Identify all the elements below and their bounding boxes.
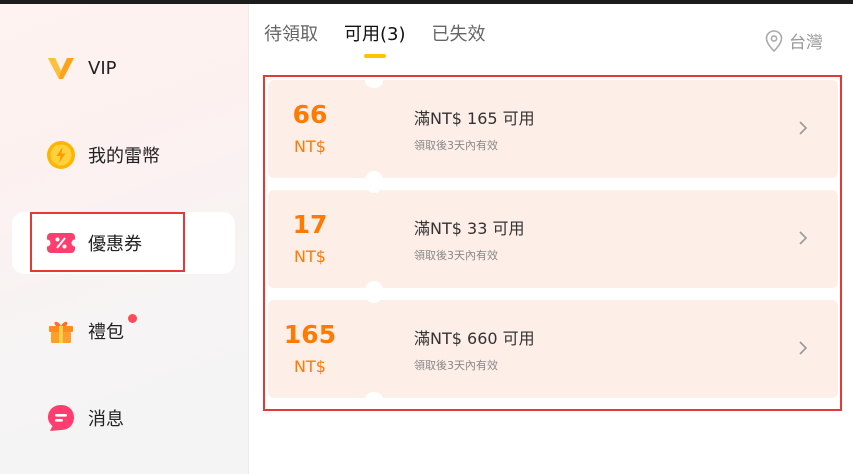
sidebar-item-label: 禮包 bbox=[88, 322, 124, 343]
coupon-amount: 66 NT$ bbox=[268, 102, 352, 156]
coupon-condition: 滿NT$ 33 可用 bbox=[414, 219, 525, 238]
sidebar-item-coupons[interactable]: 優惠券 bbox=[12, 212, 235, 274]
coupon-notch bbox=[365, 281, 383, 303]
coupon-amount: 165 NT$ bbox=[268, 322, 352, 376]
coupon-validity: 領取後3天內有效 bbox=[414, 359, 498, 372]
sidebar-item-vip[interactable]: VIP bbox=[12, 37, 235, 99]
coupon-notch bbox=[365, 74, 383, 88]
region-label: 台灣 bbox=[789, 33, 823, 53]
coin-icon bbox=[46, 140, 76, 170]
coupon-notch bbox=[365, 171, 383, 193]
coupon-card[interactable]: 66 NT$ 滿NT$ 165 可用 領取後3天內有效 bbox=[268, 80, 838, 178]
coupon-tabs: 待領取 可用(3) 已失效 bbox=[264, 20, 486, 52]
coupon-card[interactable]: 165 NT$ 滿NT$ 660 可用 領取後3天內有效 bbox=[268, 300, 838, 398]
message-icon bbox=[46, 403, 76, 433]
coupon-amount-value: 165 bbox=[283, 320, 337, 349]
coupon-condition: 滿NT$ 660 可用 bbox=[414, 329, 535, 348]
coupon-notch bbox=[365, 392, 383, 406]
coupon-currency: NT$ bbox=[294, 357, 326, 376]
coupon-info: 滿NT$ 165 可用 領取後3天內有效 bbox=[414, 105, 535, 153]
coupon-amount-value: 17 bbox=[292, 210, 328, 239]
coupon-list: 66 NT$ 滿NT$ 165 可用 領取後3天內有效 17 NT$ 滿NT$ … bbox=[265, 74, 840, 410]
coupon-condition: 滿NT$ 165 可用 bbox=[414, 109, 535, 128]
vip-icon bbox=[46, 53, 76, 83]
coupon-currency: NT$ bbox=[294, 247, 326, 266]
sidebar-item-label: VIP bbox=[88, 57, 117, 79]
sidebar-item-coins[interactable]: 我的雷幣 bbox=[12, 124, 235, 186]
tab-expired[interactable]: 已失效 bbox=[432, 20, 486, 52]
chevron-right-icon bbox=[799, 121, 808, 135]
tab-available[interactable]: 可用(3) bbox=[344, 20, 406, 52]
coupon-amount: 17 NT$ bbox=[268, 212, 352, 266]
region-selector[interactable]: 台灣 bbox=[765, 28, 823, 53]
chevron-right-icon bbox=[799, 231, 808, 245]
sidebar-item-label: 消息 bbox=[88, 409, 124, 430]
sidebar-item-label: 我的雷幣 bbox=[88, 146, 160, 167]
sidebar-item-messages[interactable]: 消息 bbox=[12, 387, 235, 449]
sidebar-item-label: 優惠券 bbox=[88, 234, 142, 255]
chevron-right-icon bbox=[799, 341, 808, 355]
sidebar: VIP 我的雷幣 優惠券 禮包 消息 bbox=[0, 4, 249, 474]
coupon-icon bbox=[46, 228, 76, 258]
notification-dot bbox=[128, 314, 137, 323]
gift-icon bbox=[46, 316, 76, 346]
coupon-info: 滿NT$ 33 可用 領取後3天內有效 bbox=[414, 215, 524, 263]
coupon-amount-value: 66 bbox=[292, 100, 328, 129]
tab-pending[interactable]: 待領取 bbox=[264, 20, 318, 52]
coupon-currency: NT$ bbox=[294, 137, 326, 156]
coupon-info: 滿NT$ 660 可用 領取後3天內有效 bbox=[414, 325, 535, 373]
sidebar-item-gifts[interactable]: 禮包 bbox=[12, 300, 235, 362]
location-pin-icon bbox=[765, 29, 783, 52]
coupon-validity: 領取後3天內有效 bbox=[414, 249, 498, 262]
coupon-card[interactable]: 17 NT$ 滿NT$ 33 可用 領取後3天內有效 bbox=[268, 190, 838, 288]
coupon-validity: 領取後3天內有效 bbox=[414, 139, 498, 152]
